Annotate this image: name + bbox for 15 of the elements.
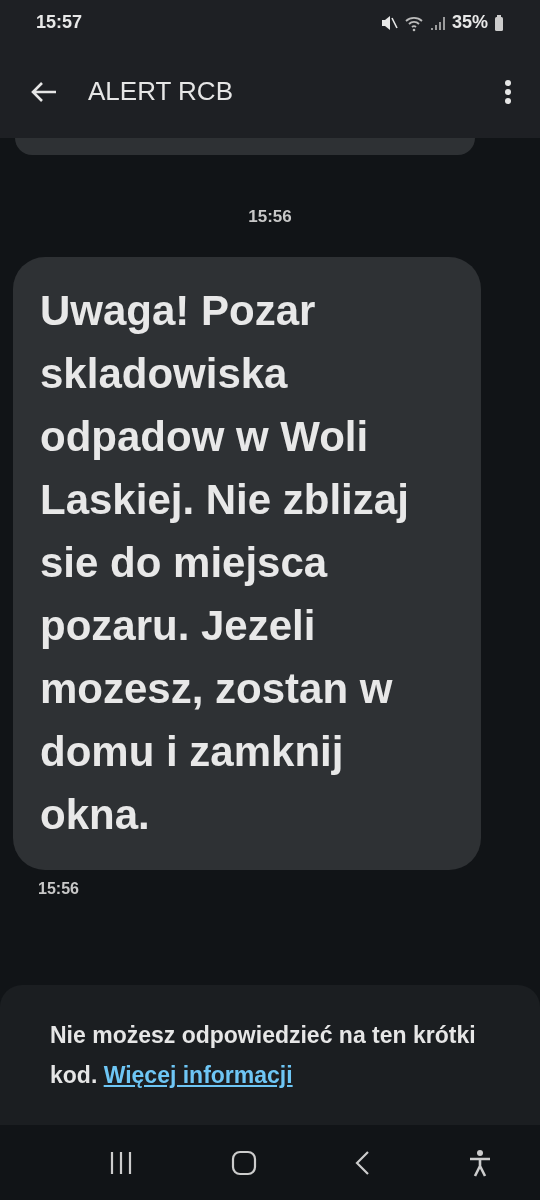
clock-time: 15:57 [36,12,83,33]
more-info-link[interactable]: Więcej informacji [103,1062,293,1088]
reply-notice-text: Nie możesz odpowiedzieć na ten krótki kod. Więcej informacji [50,1021,477,1090]
contact-name: ALERT RCB [88,76,234,107]
message-time: 15:56 [38,880,79,898]
accessibility-icon[interactable] [467,1148,492,1177]
back-icon[interactable] [353,1149,372,1176]
back-icon[interactable] [30,79,58,104]
more-options-icon[interactable] [504,78,512,105]
mute-icon [379,13,398,32]
message-bubble: Uwaga! Pozar skladowiska odpadow w Woli Laskiej. Nie zblizaj sie do miejsca pozaru. Jezeli mozesz, zostan w domu i zamknij okna. [13,257,481,870]
battery-icon [494,13,504,32]
battery-percentage: 35% [451,12,488,33]
timestamp-label: 15:56 [248,207,292,227]
home-icon[interactable] [230,1149,257,1176]
